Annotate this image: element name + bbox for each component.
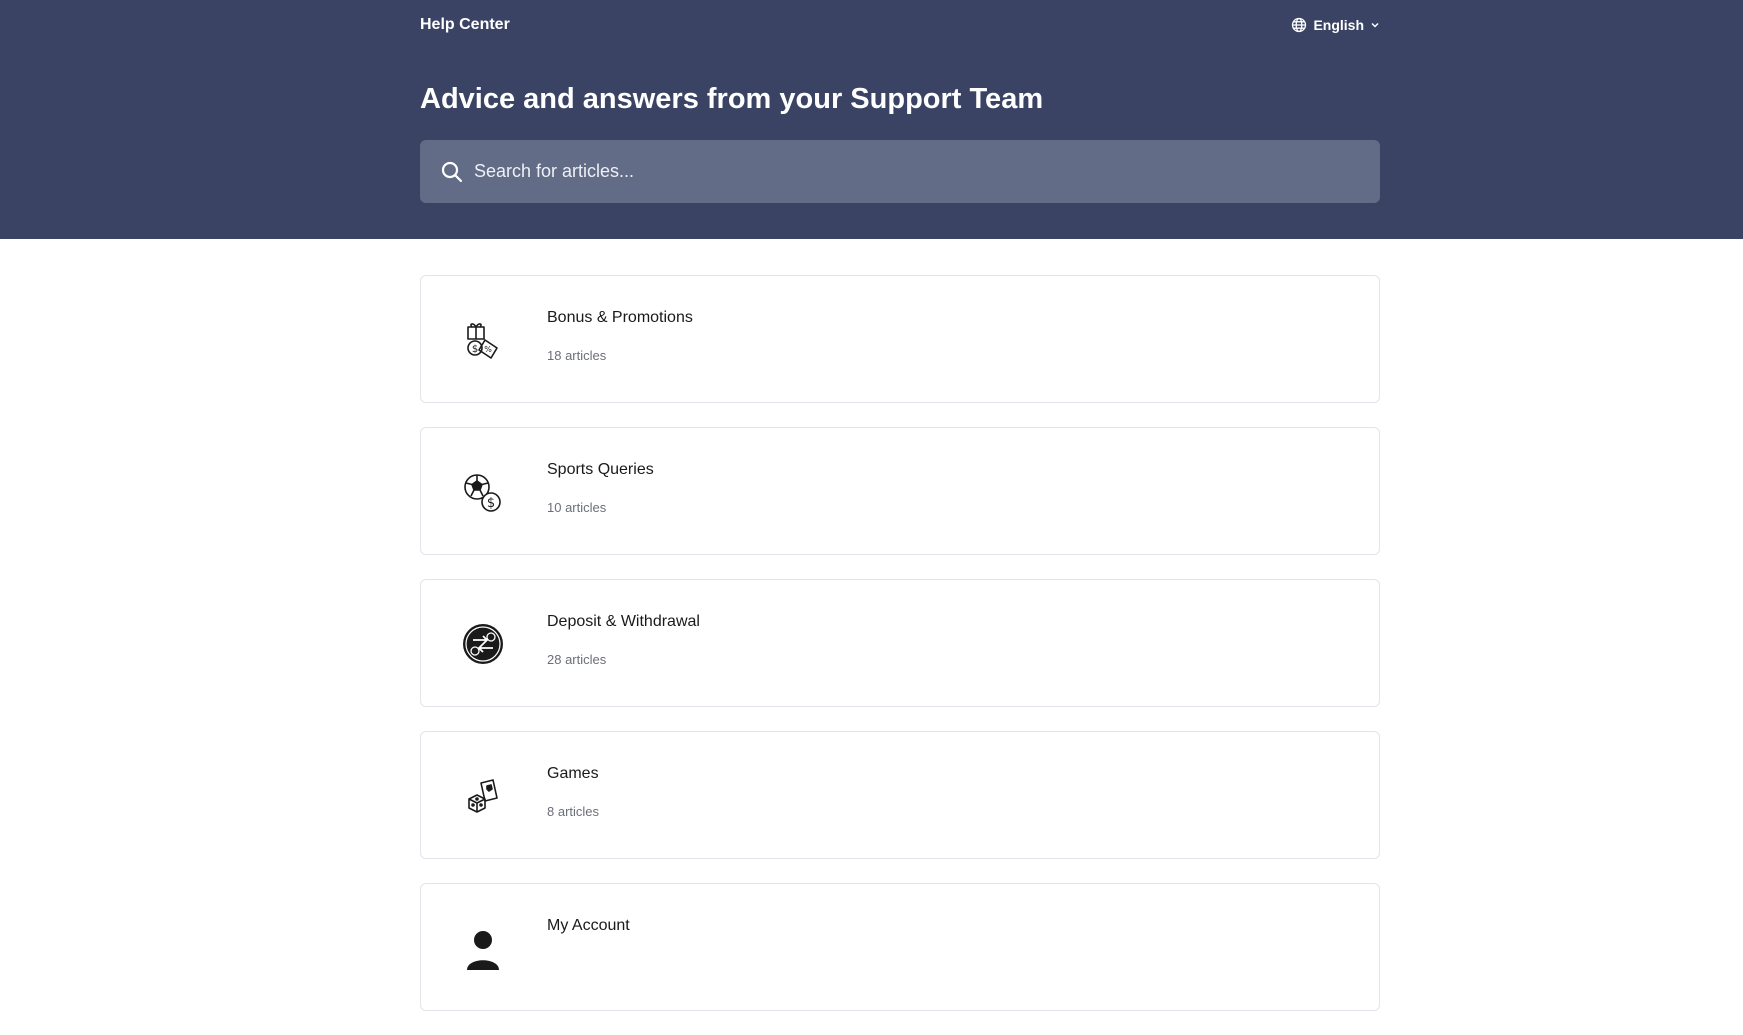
collection-count: 10 articles: [547, 500, 607, 515]
search-icon: [440, 160, 464, 184]
collections-list: $ % Bonus & Promotions 18 articles $ Spo…: [420, 275, 1380, 1035]
user-icon: [461, 926, 505, 970]
collection-title: Sports Queries: [547, 461, 654, 478]
globe-icon: [1291, 17, 1307, 33]
top-bar: Help Center English: [420, 0, 1380, 50]
collection-title: My Account: [547, 917, 630, 934]
collection-count: 28 articles: [547, 652, 607, 667]
svg-text:$: $: [472, 344, 478, 355]
brand-title[interactable]: Help Center: [420, 16, 510, 34]
collection-card-sports-queries[interactable]: $ Sports Queries 10 articles: [420, 427, 1380, 555]
collection-count: 18 articles: [547, 348, 607, 363]
soccer-ball-dollar-icon: $: [461, 470, 505, 514]
collection-count: 8 articles: [547, 804, 600, 819]
dice-cards-icon: [461, 774, 505, 818]
collection-title: Games: [547, 765, 599, 782]
collection-card-games[interactable]: Games 8 articles: [420, 731, 1380, 859]
collection-title: Deposit & Withdrawal: [547, 613, 700, 630]
language-selector[interactable]: English: [1291, 17, 1380, 33]
money-transfer-icon: [461, 622, 505, 666]
chevron-down-icon: [1370, 20, 1380, 30]
collection-card-bonus-promotions[interactable]: $ % Bonus & Promotions 18 articles: [420, 275, 1380, 403]
search-bar[interactable]: [420, 140, 1380, 203]
svg-text:%: %: [484, 345, 492, 354]
collection-card-deposit-withdrawal[interactable]: Deposit & Withdrawal 28 articles: [420, 579, 1380, 707]
collection-title: Bonus & Promotions: [547, 309, 693, 326]
collection-card-my-account[interactable]: My Account: [420, 883, 1380, 1011]
search-input[interactable]: [472, 140, 1380, 203]
page-headline: Advice and answers from your Support Tea…: [420, 83, 1044, 115]
language-label: English: [1313, 17, 1364, 33]
svg-text:$: $: [487, 496, 495, 511]
gift-coupon-icon: $ %: [461, 318, 505, 362]
header-banner: Help Center English Advice and answers f…: [0, 0, 1743, 239]
